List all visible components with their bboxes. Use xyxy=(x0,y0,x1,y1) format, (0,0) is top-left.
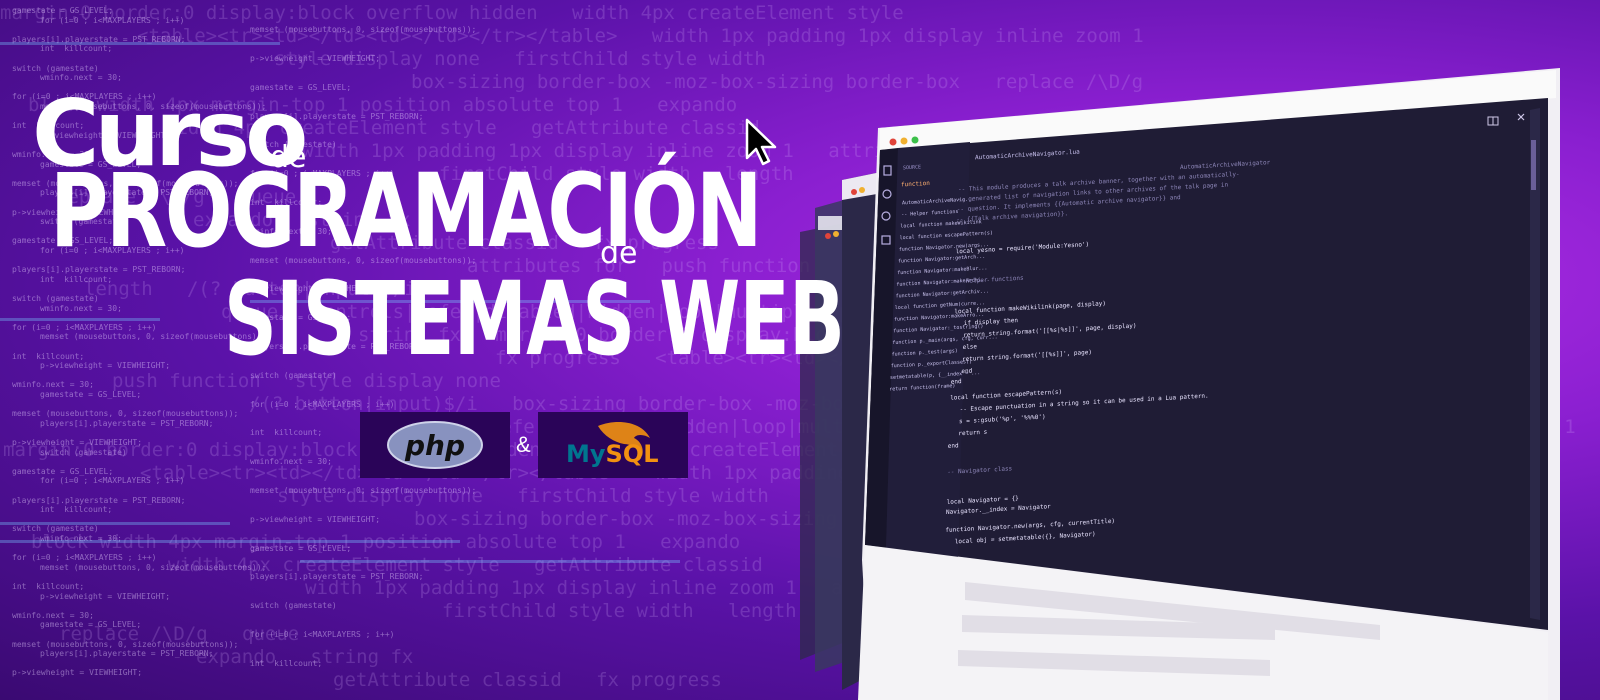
window-max-dot xyxy=(911,136,919,144)
php-logo: php xyxy=(387,421,483,469)
sidebar-title: SOURCE xyxy=(903,164,921,171)
mysql-dolphin-logo: MySQL xyxy=(566,422,659,468)
mysql-my-text: My xyxy=(566,440,606,468)
php-logo-text: php xyxy=(404,429,465,462)
svg-text:MySQL: MySQL xyxy=(566,440,659,468)
code-line: end xyxy=(951,378,962,386)
mysql-sql-text: SQL xyxy=(606,440,659,468)
code-line: else xyxy=(963,343,978,351)
code-line: end xyxy=(961,368,972,376)
mouse-cursor-icon xyxy=(745,118,777,166)
code-line: end xyxy=(948,442,959,450)
ampersand: & xyxy=(516,432,531,457)
window-min-dot xyxy=(900,137,908,145)
window-close-dot xyxy=(889,138,897,146)
mysql-logo-box: MySQL xyxy=(538,412,688,478)
php-logo-box: php xyxy=(360,412,510,478)
banner: margin:0 border:0 display:block overflow… xyxy=(0,0,1600,700)
title-sistemas-web: SISTEMAS WEB xyxy=(224,260,845,379)
title-programacion: PROGRAMACIÓN xyxy=(50,152,763,271)
